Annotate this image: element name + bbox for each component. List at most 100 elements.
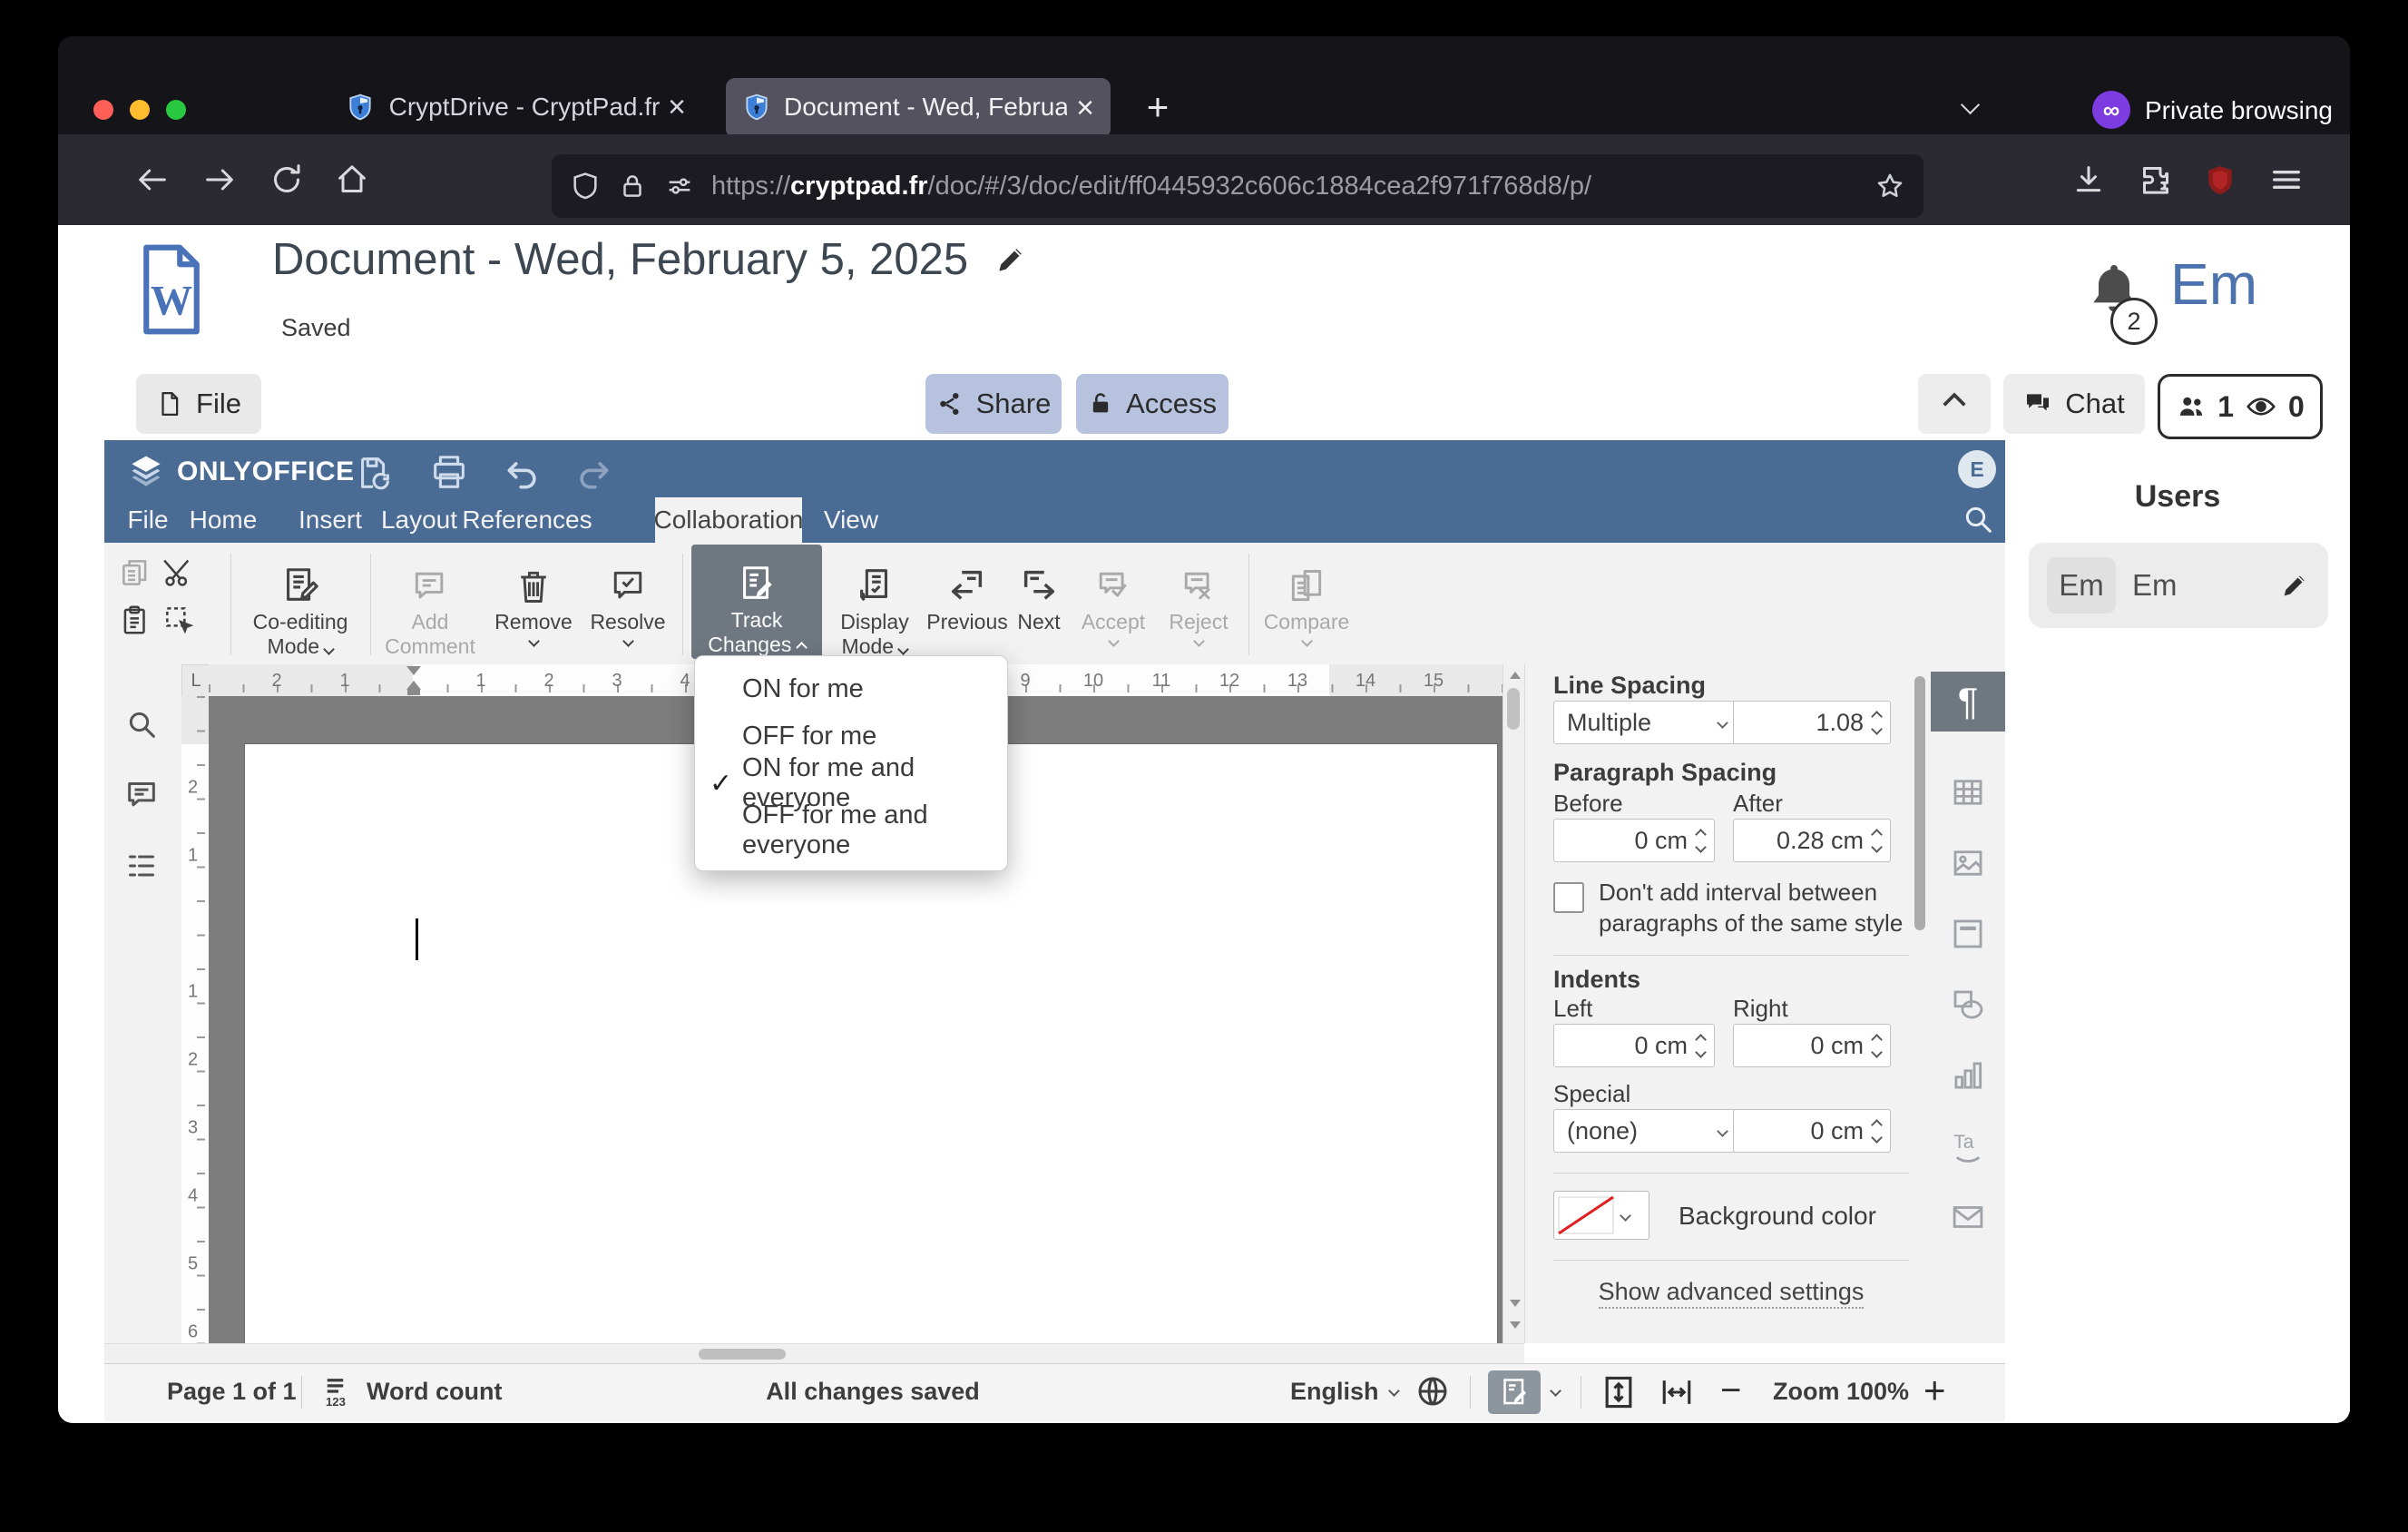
tracking-shield-icon[interactable]: [570, 171, 601, 201]
tab-insert[interactable]: Insert: [292, 497, 368, 543]
tab-close-icon[interactable]: ×: [1065, 83, 1105, 133]
redo-icon[interactable]: [573, 454, 613, 494]
spacing-before-input[interactable]: 0 cm: [1553, 819, 1715, 862]
home-icon[interactable]: [334, 162, 370, 198]
spinner-arrows[interactable]: [1695, 1033, 1714, 1058]
user-avatar-initials[interactable]: Em: [2170, 250, 2257, 318]
line-spacing-multiplier-input[interactable]: 1.08: [1733, 701, 1891, 744]
fit-page-icon[interactable]: [1599, 1372, 1639, 1412]
print-icon[interactable]: [428, 452, 470, 494]
hanging-indent-marker[interactable]: [406, 681, 421, 690]
reload-icon[interactable]: [269, 162, 305, 198]
special-indent-select[interactable]: (none): [1553, 1109, 1740, 1153]
table-settings-tab[interactable]: [1931, 762, 2005, 822]
next-page-arrow-icon[interactable]: [1510, 1321, 1521, 1329]
presence-indicator[interactable]: 1 0: [2158, 374, 2323, 439]
scrollbar-thumb[interactable]: [699, 1349, 786, 1360]
indent-left-input[interactable]: 0 cm: [1553, 1024, 1715, 1067]
track-changes-button[interactable]: Track Changes: [691, 545, 822, 659]
previous-change-button[interactable]: Previous: [925, 546, 1009, 661]
file-menu-button[interactable]: File: [136, 374, 261, 434]
bookmark-star-icon[interactable]: [1875, 171, 1905, 201]
left-indent-marker[interactable]: [407, 690, 420, 695]
vertical-scrollbar[interactable]: [1503, 664, 1525, 1343]
window-close-button[interactable]: [93, 100, 113, 120]
save-icon[interactable]: [354, 452, 396, 494]
chevron-down-icon[interactable]: [1620, 1209, 1631, 1222]
tab-file[interactable]: File: [116, 497, 180, 543]
undo-icon[interactable]: [503, 454, 543, 494]
mail-merge-settings-tab[interactable]: [1931, 1187, 2005, 1247]
window-zoom-button[interactable]: [166, 100, 186, 120]
edit-user-pencil-icon[interactable]: [2279, 570, 2310, 601]
menu-item-off-for-everyone[interactable]: OFF for me and everyone: [695, 800, 1007, 859]
share-button[interactable]: Share: [925, 374, 1062, 434]
add-comment-button[interactable]: Add Comment: [377, 546, 483, 661]
spinner-arrows[interactable]: [1871, 710, 1890, 735]
spinner-arrows[interactable]: [1871, 1118, 1890, 1144]
tab-cryptdrive[interactable]: CryptDrive - CryptPad.fr: [285, 80, 720, 134]
compare-button[interactable]: Compare: [1259, 546, 1354, 661]
navigation-panel-icon[interactable]: [123, 848, 160, 884]
remove-comment-button[interactable]: Remove: [488, 546, 579, 661]
collapse-toolbar-button[interactable]: [1918, 374, 1991, 434]
edit-title-pencil-icon[interactable]: [994, 242, 1028, 277]
line-spacing-select[interactable]: Multiple: [1553, 701, 1740, 744]
access-button[interactable]: Access: [1076, 374, 1228, 434]
copy-icon[interactable]: [118, 555, 152, 590]
accept-button[interactable]: Accept: [1072, 546, 1154, 661]
panel-scrollbar-thumb[interactable]: [1914, 676, 1925, 930]
tab-document[interactable]: Document - Wed, February 5, 20 ×: [726, 78, 1111, 138]
image-settings-tab[interactable]: [1931, 833, 2005, 893]
tab-close-icon[interactable]: ×: [657, 82, 697, 133]
header-footer-settings-tab[interactable]: [1931, 904, 2005, 964]
tab-home[interactable]: Home: [185, 497, 261, 543]
spacing-after-input[interactable]: 0.28 cm: [1733, 819, 1891, 862]
paste-icon[interactable]: [118, 603, 152, 637]
cut-icon[interactable]: [162, 555, 196, 590]
display-mode-button[interactable]: Display Mode: [827, 546, 922, 661]
reject-button[interactable]: Reject: [1158, 546, 1239, 661]
tab-view[interactable]: View: [818, 497, 884, 543]
office-user-avatar[interactable]: E: [1958, 450, 1996, 488]
scroll-up-arrow-icon[interactable]: [1510, 672, 1521, 679]
spinner-arrows[interactable]: [1871, 1033, 1890, 1058]
user-list-item[interactable]: Em Em: [2029, 543, 2328, 628]
select-all-icon[interactable]: [162, 603, 196, 637]
forward-icon[interactable]: [201, 162, 238, 198]
tab-stop-selector[interactable]: L: [181, 664, 210, 698]
zoom-in-icon[interactable]: +: [1923, 1369, 1946, 1412]
background-color-swatch[interactable]: [1553, 1191, 1649, 1240]
adblock-icon[interactable]: [2203, 163, 2237, 198]
menu-icon[interactable]: [2268, 162, 2305, 198]
search-icon[interactable]: [123, 706, 160, 742]
tab-collaboration[interactable]: Collaboration: [654, 497, 804, 543]
globe-icon[interactable]: [1414, 1372, 1452, 1410]
horizontal-scrollbar[interactable]: [104, 1343, 1524, 1364]
extensions-icon[interactable]: [2138, 162, 2174, 198]
paragraph-settings-tab[interactable]: ¶: [1931, 672, 2005, 732]
spinner-arrows[interactable]: [1695, 828, 1714, 853]
scrollbar-thumb[interactable]: [1507, 688, 1520, 730]
window-minimize-button[interactable]: [130, 100, 150, 120]
new-tab-button[interactable]: +: [1134, 80, 1181, 134]
chart-settings-tab[interactable]: [1931, 1046, 2005, 1105]
track-changes-toggle[interactable]: [1488, 1370, 1541, 1414]
zoom-level[interactable]: Zoom 100%: [1773, 1378, 1909, 1406]
spinner-arrows[interactable]: [1871, 828, 1890, 853]
show-advanced-settings-link[interactable]: Show advanced settings: [1553, 1278, 1909, 1309]
special-indent-size-input[interactable]: 0 cm: [1733, 1109, 1891, 1153]
url-bar[interactable]: https://cryptpad.fr/doc/#/3/doc/edit/ff0…: [552, 154, 1923, 218]
fit-width-icon[interactable]: [1657, 1372, 1697, 1412]
chat-button[interactable]: Chat: [2003, 374, 2145, 434]
coediting-mode-button[interactable]: Co-editing Mode: [240, 546, 361, 661]
tab-references[interactable]: References: [462, 497, 592, 543]
back-icon[interactable]: [134, 162, 171, 198]
language-selector[interactable]: English: [1290, 1378, 1379, 1406]
comments-panel-icon[interactable]: [123, 777, 160, 813]
resolve-button[interactable]: Resolve: [582, 546, 673, 661]
word-count-button[interactable]: Word count: [367, 1378, 502, 1406]
indent-right-input[interactable]: 0 cm: [1733, 1024, 1891, 1067]
permissions-icon[interactable]: [664, 171, 695, 201]
next-change-button[interactable]: Next: [1009, 546, 1069, 661]
